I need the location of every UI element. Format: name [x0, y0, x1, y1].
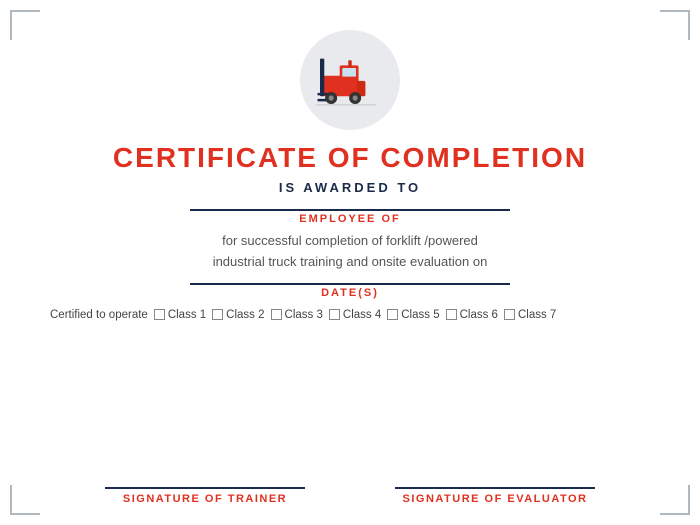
forklift-icon: [315, 50, 385, 110]
class-item-1: Class 1: [154, 309, 206, 321]
class-item-6: Class 6: [446, 309, 498, 321]
class-checkbox-6[interactable]: [446, 309, 457, 320]
class-label-3: Class 3: [285, 309, 323, 321]
class-checkbox-5[interactable]: [387, 309, 398, 320]
class-item-7: Class 7: [504, 309, 556, 321]
class-checkbox-7[interactable]: [504, 309, 515, 320]
trainer-signature-label: SIGNATURE OF TRAINER: [123, 493, 287, 505]
class-label-1: Class 1: [168, 309, 206, 321]
class-label-7: Class 7: [518, 309, 556, 321]
certificate-title: CERTIFICATE OF COMPLETION: [113, 142, 587, 174]
corner-bracket-br: [660, 485, 690, 515]
class-label-6: Class 6: [460, 309, 498, 321]
corner-bracket-tl: [10, 10, 40, 40]
class-item-3: Class 3: [271, 309, 323, 321]
class-item-5: Class 5: [387, 309, 439, 321]
date-line: [190, 283, 510, 285]
class-checkbox-4[interactable]: [329, 309, 340, 320]
class-item-2: Class 2: [212, 309, 264, 321]
class-checkbox-1[interactable]: [154, 309, 165, 320]
signatures-row: SIGNATURE OF TRAINER SIGNATURE OF EVALUA…: [40, 487, 660, 505]
trainer-signature-block: SIGNATURE OF TRAINER: [95, 487, 315, 505]
evaluator-signature-block: SIGNATURE OF EVALUATOR: [385, 487, 605, 505]
evaluator-signature-line: [395, 487, 595, 489]
logo-circle: [300, 30, 400, 130]
class-checkbox-2[interactable]: [212, 309, 223, 320]
date-label: DATE(S): [321, 287, 379, 299]
class-checkbox-3[interactable]: [271, 309, 282, 320]
class-label-2: Class 2: [226, 309, 264, 321]
employee-label: EMPLOYEE OF: [299, 213, 400, 225]
corner-bracket-tr: [660, 10, 690, 40]
class-label-5: Class 5: [401, 309, 439, 321]
certificate: CERTIFICATE OF COMPLETION IS AWARDED TO …: [0, 0, 700, 525]
certified-label: Certified to operate: [50, 309, 148, 321]
classes-row: Certified to operate Class 1 Class 2 Class…: [40, 309, 660, 321]
trainer-signature-line: [105, 487, 305, 489]
evaluator-signature-label: SIGNATURE OF EVALUATOR: [403, 493, 588, 505]
name-line: [190, 209, 510, 211]
class-label-4: Class 4: [343, 309, 381, 321]
class-item-4: Class 4: [329, 309, 381, 321]
certificate-subtitle: IS AWARDED TO: [279, 180, 421, 195]
corner-bracket-bl: [10, 485, 40, 515]
completion-text: for successful completion of forklift /p…: [213, 231, 488, 273]
